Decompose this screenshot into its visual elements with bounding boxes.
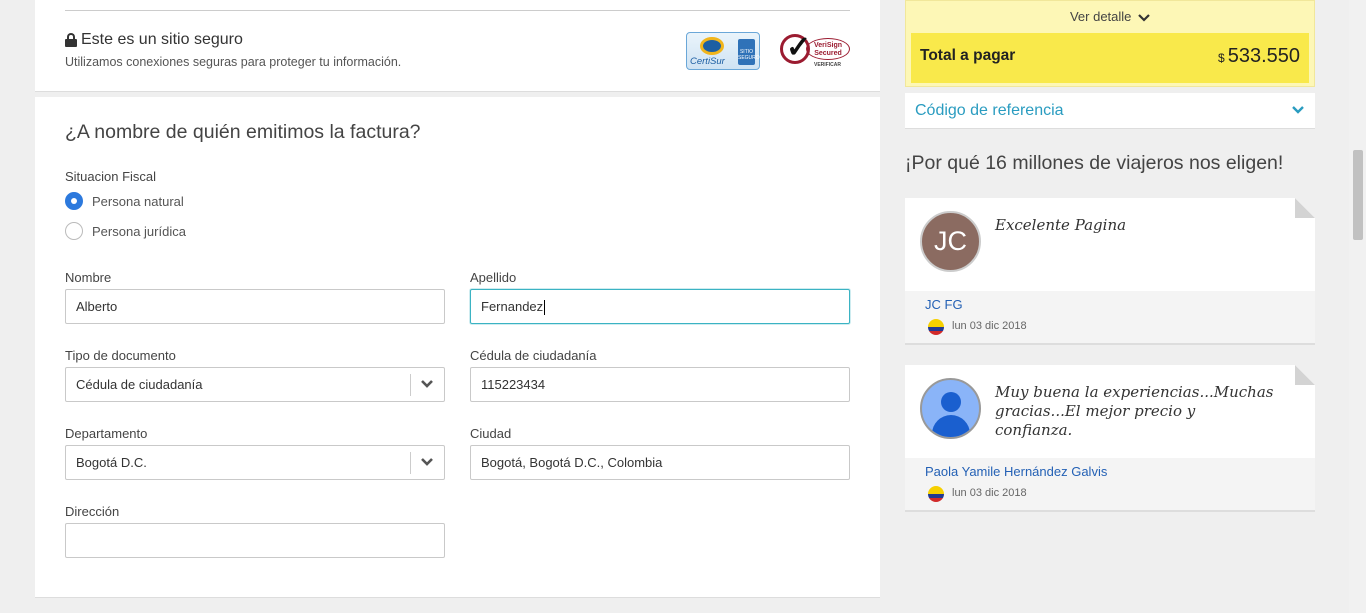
apellido-input[interactable]: Fernandez xyxy=(470,289,850,324)
text-cursor xyxy=(544,300,546,316)
nombre-value: Alberto xyxy=(76,299,118,314)
fiscal-situation-label: Situacion Fiscal xyxy=(65,169,157,184)
review-text: Excelente Pagina xyxy=(995,216,1127,234)
radio-checked-icon[interactable] xyxy=(65,192,83,210)
ciudad-input[interactable]: Bogotá, Bogotá D.C., Colombia xyxy=(470,445,850,480)
reference-code-label: Código de referencia xyxy=(915,102,1064,119)
reference-code-toggle[interactable]: Código de referencia xyxy=(905,93,1315,129)
reviewer-name[interactable]: JC FG xyxy=(925,297,963,312)
avatar: JC xyxy=(920,211,981,272)
direccion-label: Dirección xyxy=(65,504,120,519)
corner-fold xyxy=(1295,365,1315,385)
nombre-label: Nombre xyxy=(65,270,112,285)
chevron-down-icon[interactable] xyxy=(419,454,435,470)
cedula-label: Cédula de ciudadanía xyxy=(470,348,597,363)
review-card: JC Excelente Pagina JC FG lun 03 dic 201… xyxy=(905,198,1315,345)
nombre-input[interactable]: Alberto xyxy=(65,289,445,324)
departamento-value: Bogotá D.C. xyxy=(76,455,147,470)
review-card: Muy buena la experiencias...Muchas graci… xyxy=(905,365,1315,512)
certisur-logo-icon xyxy=(700,37,724,55)
corner-fold xyxy=(1295,198,1315,218)
total-bar: Total a pagar $533.550 xyxy=(911,33,1309,83)
certisur-badge: SITIO SEGURO xyxy=(738,39,760,65)
secure-site-subtitle: Utilizamos conexiones seguras para prote… xyxy=(65,55,402,69)
ver-detalle-toggle[interactable]: Ver detalle xyxy=(906,9,1314,24)
total-amount: 533.550 xyxy=(1227,45,1300,67)
lock-icon xyxy=(65,33,77,47)
ver-detalle-label: Ver detalle xyxy=(1069,9,1132,24)
currency-symbol: $ xyxy=(1218,51,1225,65)
select-divider xyxy=(410,374,411,396)
secure-site-title: Este es un sitio seguro xyxy=(65,31,243,49)
certisur-seal[interactable]: CertiSur SITIO SEGURO xyxy=(686,32,760,70)
colombia-flag-icon xyxy=(928,319,944,335)
review-footer: JC FG lun 03 dic 2018 xyxy=(905,291,1315,343)
invoice-form-card: ¿A nombre de quién emitimos la factura? … xyxy=(35,97,880,598)
radio-label: Persona natural xyxy=(92,193,184,209)
radio-persona-juridica[interactable]: Persona jurídica xyxy=(65,222,186,240)
user-head-icon xyxy=(941,392,961,412)
chevron-down-icon[interactable] xyxy=(1291,104,1305,116)
radio-persona-natural[interactable]: Persona natural xyxy=(65,192,184,210)
scrollbar-thumb[interactable] xyxy=(1353,150,1363,240)
verisign-seal[interactable]: ✓ VeriSign Secured VERIFICAR xyxy=(780,30,852,72)
divider xyxy=(65,10,850,11)
tipo-documento-label: Tipo de documento xyxy=(65,348,176,363)
apellido-label: Apellido xyxy=(470,270,517,285)
review-text: Muy buena la experiencias...Muchas graci… xyxy=(995,383,1274,439)
secure-title-text: Este es un sitio seguro xyxy=(81,31,243,48)
departamento-select[interactable]: Bogotá D.C. xyxy=(65,445,445,480)
departamento-label: Departamento xyxy=(65,426,148,441)
chevron-down-icon xyxy=(1138,13,1150,22)
review-footer: Paola Yamile Hernández Galvis lun 03 dic… xyxy=(905,458,1315,510)
review-date: lun 03 dic 2018 xyxy=(952,487,1027,499)
chevron-down-icon[interactable] xyxy=(419,376,435,392)
reviewer-name[interactable]: Paola Yamile Hernández Galvis xyxy=(925,464,1107,479)
page-scrollbar[interactable] xyxy=(1349,0,1366,613)
tipo-documento-select[interactable]: Cédula de ciudadanía xyxy=(65,367,445,402)
cedula-value: 115223434 xyxy=(481,377,546,392)
user-body-icon xyxy=(932,415,970,437)
direccion-input[interactable] xyxy=(65,523,445,558)
radio-label: Persona jurídica xyxy=(92,223,186,239)
avatar xyxy=(920,378,981,439)
review-date: lun 03 dic 2018 xyxy=(952,320,1027,332)
radio-unchecked-icon[interactable] xyxy=(65,222,83,240)
price-summary: Ver detalle Total a pagar $533.550 xyxy=(905,0,1315,87)
colombia-flag-icon xyxy=(928,486,944,502)
certisur-label: CertiSur xyxy=(690,56,725,67)
invoice-form-title: ¿A nombre de quién emitimos la factura? xyxy=(65,121,421,143)
apellido-value: Fernandez xyxy=(481,299,544,314)
select-divider xyxy=(410,452,411,474)
verisign-verify-label: VERIFICAR xyxy=(814,62,841,68)
reviews-title: ¡Por qué 16 millones de viajeros nos eli… xyxy=(905,152,1284,174)
total-value: $533.550 xyxy=(1218,45,1300,68)
ciudad-value: Bogotá, Bogotá D.C., Colombia xyxy=(481,455,663,470)
verisign-label: VeriSign Secured xyxy=(806,38,850,60)
secure-site-card: Este es un sitio seguro Utilizamos conex… xyxy=(35,0,880,92)
tipo-documento-value: Cédula de ciudadanía xyxy=(76,377,203,392)
ciudad-label: Ciudad xyxy=(470,426,512,441)
total-label: Total a pagar xyxy=(920,47,1016,64)
cedula-input[interactable]: 115223434 xyxy=(470,367,850,402)
